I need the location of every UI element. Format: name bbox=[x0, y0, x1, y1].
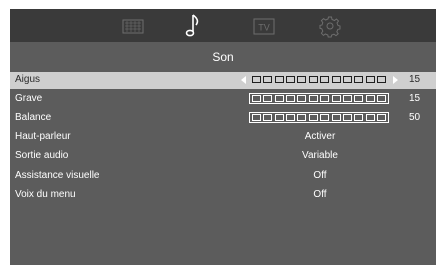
tv-icon[interactable]: TV bbox=[252, 13, 276, 39]
slider-segment bbox=[308, 114, 318, 121]
menu-row-label: Sortie audio bbox=[15, 150, 69, 161]
slider-segment bbox=[342, 76, 352, 83]
slider-segment bbox=[297, 95, 307, 102]
slider-segment bbox=[354, 114, 364, 121]
menu-row-label: Haut-parleur bbox=[15, 131, 71, 142]
slider-segment bbox=[342, 114, 352, 121]
menu-row-value: 15 bbox=[409, 74, 421, 85]
slider-segment bbox=[331, 95, 341, 102]
slider-segment bbox=[365, 76, 375, 83]
menu-row-label: Voix du menu bbox=[15, 189, 76, 200]
level-slider[interactable] bbox=[249, 74, 389, 85]
menu-row-grave[interactable]: Grave 15 bbox=[10, 91, 436, 108]
level-slider[interactable] bbox=[249, 112, 389, 123]
gear-icon[interactable] bbox=[319, 13, 341, 39]
menu-row-haut-parleur[interactable]: Haut-parleur Activer bbox=[10, 129, 436, 146]
slider-segment bbox=[252, 95, 261, 102]
slider-segment bbox=[274, 76, 284, 83]
slider-segment bbox=[308, 95, 318, 102]
slider-segment bbox=[354, 95, 364, 102]
slider-segment bbox=[263, 76, 273, 83]
slider-segment bbox=[376, 76, 386, 83]
slider-segment bbox=[297, 114, 307, 121]
slider-segment bbox=[263, 114, 273, 121]
slider-segment bbox=[331, 114, 341, 121]
menu-row-option-value: Variable bbox=[302, 150, 338, 161]
slider-segment bbox=[286, 76, 296, 83]
level-slider[interactable] bbox=[249, 93, 389, 104]
menu-row-assistance-visuelle[interactable]: Assistance visuelle Off bbox=[10, 168, 436, 185]
arrow-right-icon[interactable] bbox=[393, 76, 398, 84]
menu-section-title: Son bbox=[212, 50, 234, 64]
slider-segment bbox=[365, 114, 375, 121]
menu-row-label: Balance bbox=[15, 112, 52, 123]
menu-row-sortie-audio[interactable]: Sortie audio Variable bbox=[10, 148, 436, 165]
menu-row-option-value: Activer bbox=[304, 131, 336, 142]
menu-row-aigus[interactable]: Aigus 15 bbox=[10, 72, 436, 89]
arrow-left-icon[interactable] bbox=[241, 76, 246, 84]
slider-segment bbox=[320, 114, 330, 121]
menu-row-label: Assistance visuelle bbox=[15, 170, 100, 181]
tv-menu-screen: TV Son Aigus 15 Grave 15 Balance 50 Haut… bbox=[10, 9, 436, 265]
svg-text:TV: TV bbox=[258, 23, 270, 33]
slider-segment bbox=[274, 95, 284, 102]
slider-segment bbox=[252, 76, 261, 83]
slider-segment bbox=[252, 114, 261, 121]
slider-segment bbox=[286, 95, 296, 102]
menu-tab-bar: TV bbox=[10, 9, 436, 42]
menu-row-label: Aigus bbox=[15, 74, 41, 85]
slider-segment bbox=[354, 76, 364, 83]
menu-row-voix-du-menu[interactable]: Voix du menu Off bbox=[10, 187, 436, 204]
menu-row-value: 15 bbox=[409, 93, 421, 104]
menu-row-option-value: Off bbox=[313, 189, 327, 200]
menu-row-balance[interactable]: Balance 50 bbox=[10, 110, 436, 127]
slider-segment bbox=[331, 76, 341, 83]
slider-segment bbox=[263, 95, 273, 102]
picture-grid-icon[interactable] bbox=[122, 13, 144, 39]
slider-segment bbox=[274, 114, 284, 121]
menu-row-option-value: Off bbox=[313, 170, 327, 181]
slider-segment bbox=[320, 95, 330, 102]
slider-segment bbox=[308, 76, 318, 83]
slider-segment bbox=[376, 114, 386, 121]
slider-segment bbox=[297, 76, 307, 83]
music-note-icon[interactable] bbox=[184, 13, 202, 39]
slider-segment bbox=[320, 76, 330, 83]
slider-segment bbox=[365, 95, 375, 102]
menu-row-value: 50 bbox=[409, 112, 421, 123]
slider-segment bbox=[376, 95, 386, 102]
menu-row-label: Grave bbox=[15, 93, 43, 104]
slider-segment bbox=[286, 114, 296, 121]
slider-segment bbox=[342, 95, 352, 102]
